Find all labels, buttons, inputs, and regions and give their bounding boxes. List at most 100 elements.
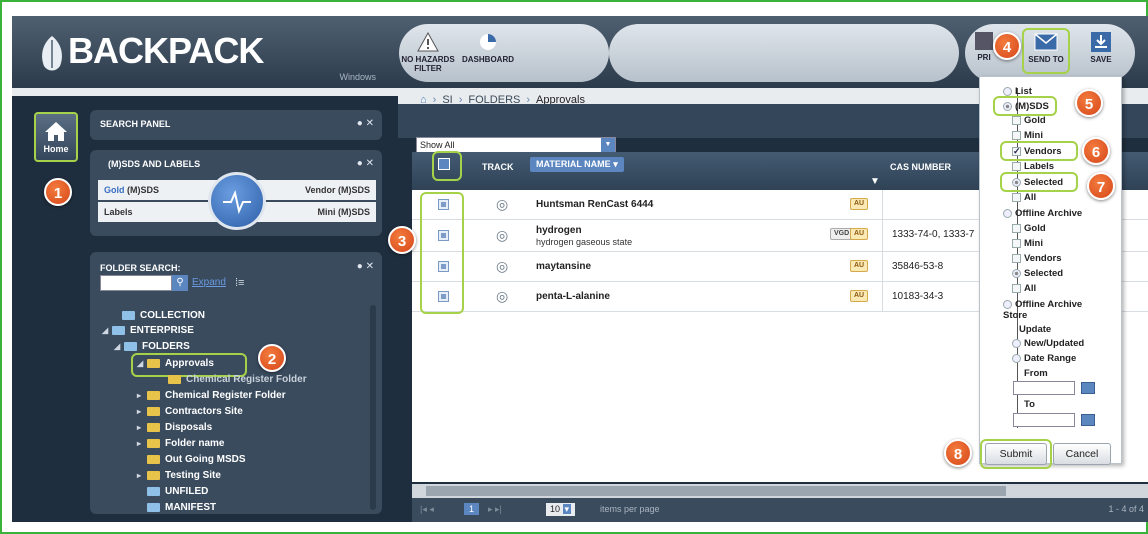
tree-item-folder-name[interactable]: ▸ Folder name xyxy=(137,438,224,449)
checkbox-icon xyxy=(1012,223,1021,233)
track-column-header[interactable]: TRACK xyxy=(482,162,514,172)
menu-option-new-updated[interactable]: New/Updated xyxy=(1012,338,1084,349)
calendar-icon[interactable] xyxy=(1081,382,1095,394)
scrollbar-thumb[interactable] xyxy=(426,486,1006,496)
sort-dropdown-icon: ▾ xyxy=(613,159,618,169)
items-per-page-select[interactable]: 10 ▾ xyxy=(546,503,576,516)
search-icon: ⚲ xyxy=(176,277,184,288)
folder-icon xyxy=(147,454,160,464)
filter-icon[interactable]: ▼ xyxy=(870,176,880,187)
menu-option-oa-vendors[interactable]: Vendors xyxy=(1012,253,1062,264)
calendar-icon[interactable] xyxy=(1081,414,1095,426)
material-name[interactable]: penta-L-alanine xyxy=(536,291,610,302)
platform-label: Windows xyxy=(339,72,376,82)
menu-option-mini[interactable]: Mini xyxy=(1012,130,1043,141)
menu-option-offline-archive[interactable]: Offline Archive xyxy=(1003,208,1082,219)
cancel-button[interactable]: Cancel xyxy=(1053,443,1111,465)
menu-option-all[interactable]: All xyxy=(1012,192,1036,203)
send-to-button[interactable]: SEND TO xyxy=(1025,32,1067,64)
horizontal-scrollbar[interactable] xyxy=(412,484,1148,498)
msds-panel-controls[interactable]: ● ✕ xyxy=(357,158,374,169)
tree-item-testing-site[interactable]: ▸ Testing Site xyxy=(137,470,221,481)
items-per-page-label: items per page xyxy=(600,504,660,514)
material-name[interactable]: maytansine xyxy=(536,261,591,272)
folder-search-input[interactable] xyxy=(100,275,172,291)
tree-item-chemical-register-child[interactable]: Chemical Register Folder xyxy=(158,374,307,385)
callout-1: 1 xyxy=(44,178,72,206)
track-target-icon[interactable]: ◎ xyxy=(496,227,508,244)
material-name[interactable]: Huntsman RenCast 6444 xyxy=(536,199,653,210)
cas-number: 1333-74-0, 1333-7 xyxy=(892,229,975,240)
tree-item-manifest[interactable]: MANIFEST xyxy=(137,502,216,512)
material-name-column-header[interactable]: MATERIAL NAME ▾ xyxy=(530,157,624,172)
tree-item-contractors-site[interactable]: ▸ Contractors Site xyxy=(137,406,243,417)
track-target-icon[interactable]: ◎ xyxy=(496,258,508,275)
folder-search-button[interactable]: ⚲ xyxy=(172,275,188,291)
printer-icon xyxy=(975,32,993,50)
menu-option-labels[interactable]: Labels xyxy=(1012,161,1054,172)
submit-button[interactable]: Submit xyxy=(985,443,1047,465)
radio-selected-icon xyxy=(1012,268,1021,278)
home-label: Home xyxy=(43,144,69,154)
folder-tree-scrollbar[interactable] xyxy=(370,305,376,510)
menu-option-oa-gold[interactable]: Gold xyxy=(1012,223,1046,234)
menu-option-date-range[interactable]: Date Range xyxy=(1012,353,1076,364)
tree-item-approvals[interactable]: ◢ Approvals xyxy=(137,358,214,369)
checkbox-icon xyxy=(1012,130,1021,140)
au-badge: AU xyxy=(850,228,869,240)
msds-hub-button[interactable] xyxy=(208,172,266,230)
cas-number-column-header[interactable]: CAS NUMBER xyxy=(890,162,951,172)
track-target-icon[interactable]: ◎ xyxy=(496,288,508,305)
pager-next-last-icons[interactable]: ▸ ▸| xyxy=(488,504,502,515)
au-badge: AU xyxy=(850,198,869,210)
radio-icon xyxy=(1012,353,1021,363)
gold-msds-link[interactable]: Gold (M)SDS xyxy=(104,185,159,195)
pulse-icon xyxy=(223,189,251,215)
checkbox-icon xyxy=(1012,283,1021,293)
expand-link[interactable]: Expand xyxy=(192,277,226,288)
track-target-icon[interactable]: ◎ xyxy=(496,196,508,213)
menu-option-msds[interactable]: (M)SDS xyxy=(1003,101,1049,112)
folder-search-controls[interactable]: ● ✕ xyxy=(357,261,374,272)
tree-item-collection[interactable]: COLLECTION xyxy=(112,310,205,321)
save-label: SAVE xyxy=(1090,55,1112,64)
callout-3: 3 xyxy=(388,226,416,254)
menu-option-oa-mini[interactable]: Mini xyxy=(1012,238,1043,249)
save-button[interactable]: SAVE xyxy=(1081,32,1121,64)
home-button[interactable]: Home xyxy=(34,112,78,162)
menu-option-selected[interactable]: Selected xyxy=(1012,177,1063,188)
to-label: To xyxy=(1024,399,1035,410)
menu-option-offline-archive-store[interactable]: Offline Archive Store xyxy=(1003,299,1103,321)
vendor-msds-link[interactable]: Vendor (M)SDS xyxy=(305,185,370,195)
tree-item-out-going-msds[interactable]: Out Going MSDS xyxy=(137,454,246,465)
folder-icon xyxy=(147,438,160,448)
menu-option-gold[interactable]: Gold xyxy=(1012,115,1046,126)
search-panel-title: SEARCH PANEL xyxy=(100,119,171,129)
menu-option-vendors[interactable]: ✓ Vendors xyxy=(1012,146,1062,157)
radio-icon xyxy=(1003,208,1012,218)
from-date-input[interactable] xyxy=(1013,381,1075,395)
tree-item-chemical-register[interactable]: ▸ Chemical Register Folder xyxy=(137,390,286,401)
au-badge: AU xyxy=(850,260,869,272)
checkbox-icon xyxy=(1012,238,1021,248)
page-number[interactable]: 1 xyxy=(464,503,480,515)
mini-msds-link[interactable]: Mini (M)SDS xyxy=(318,207,371,217)
menu-option-oa-selected[interactable]: Selected xyxy=(1012,268,1063,279)
tree-item-unfiled[interactable]: UNFILED xyxy=(137,486,208,497)
menu-option-oa-all[interactable]: All xyxy=(1012,283,1036,294)
no-hazards-filter-button[interactable]: NO HAZARDS FILTER xyxy=(401,32,455,73)
tree-view-icon[interactable]: ⁞≡ xyxy=(235,277,244,289)
to-date-input[interactable] xyxy=(1013,413,1075,427)
dashboard-button[interactable]: DASHBOARD xyxy=(456,32,520,64)
search-panel-controls[interactable]: ● ✕ xyxy=(357,118,374,129)
material-name[interactable]: hydrogen xyxy=(536,225,582,236)
tree-item-disposals[interactable]: ▸ Disposals xyxy=(137,422,212,433)
tree-item-enterprise[interactable]: ◢ ENTERPRISE xyxy=(102,325,194,336)
tree-item-folders[interactable]: ◢ FOLDERS xyxy=(114,341,190,352)
pager-first-prev-icons[interactable]: |◂ ◂ xyxy=(420,504,434,515)
labels-link[interactable]: Labels xyxy=(104,207,133,217)
folder-icon xyxy=(124,341,137,351)
radio-selected-icon xyxy=(1012,177,1021,187)
download-icon xyxy=(1091,32,1111,52)
dashboard-label: DASHBOARD xyxy=(462,55,514,64)
